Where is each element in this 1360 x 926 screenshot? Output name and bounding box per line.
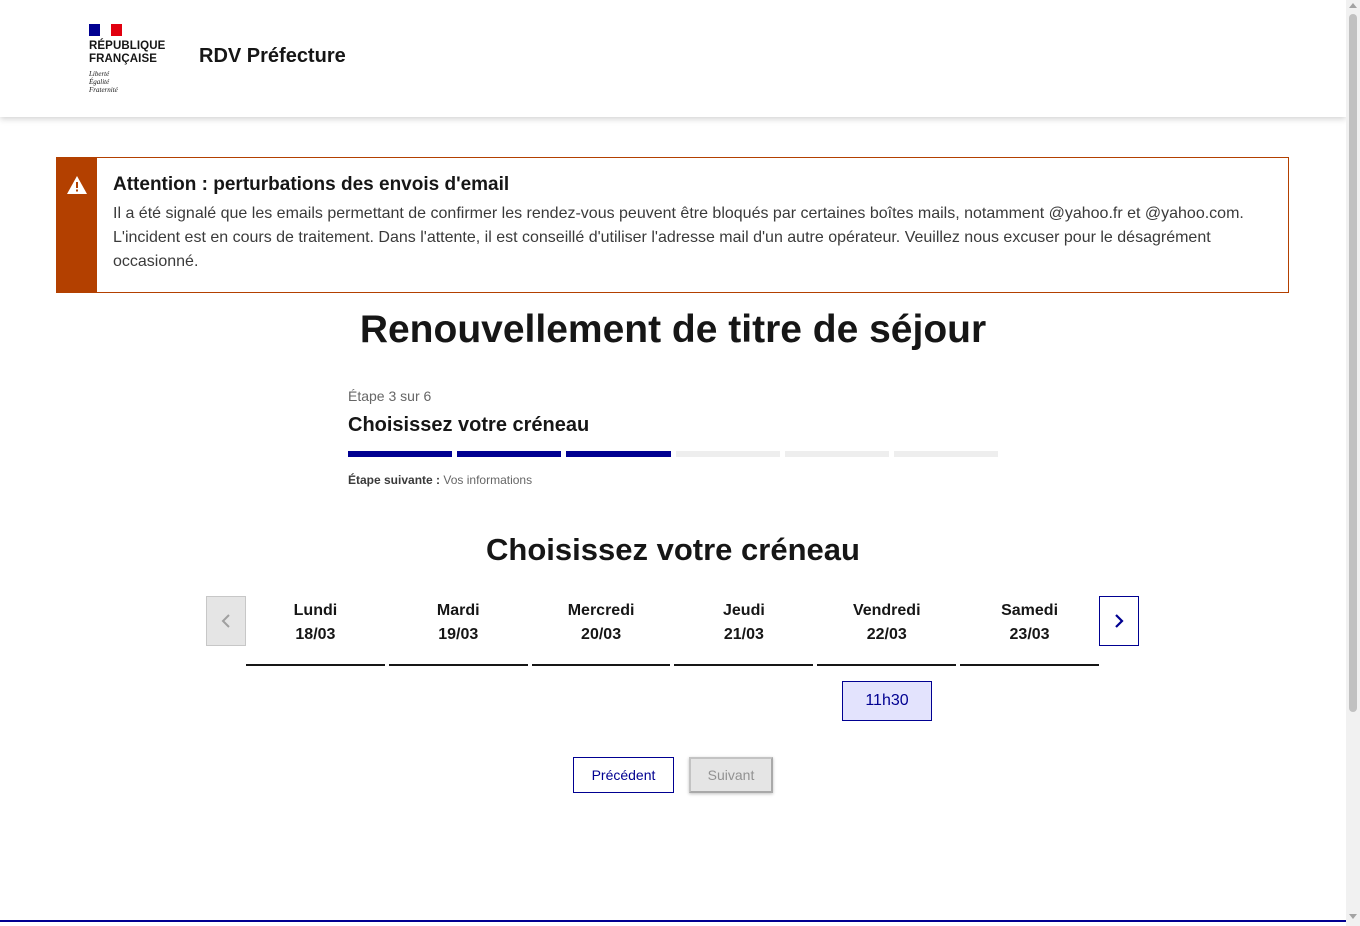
day-column-header: Vendredi 22/03 bbox=[817, 596, 957, 666]
next-week-button[interactable] bbox=[1099, 596, 1139, 646]
day-column-header: Jeudi 21/03 bbox=[674, 596, 814, 666]
day-column-header: Mardi 19/03 bbox=[388, 596, 528, 666]
step-segment bbox=[675, 451, 780, 457]
day-column-header: Samedi 23/03 bbox=[960, 596, 1099, 666]
scroll-up-icon[interactable] bbox=[1349, 3, 1357, 8]
page-title: Renouvellement de titre de séjour bbox=[359, 308, 987, 351]
alert-text: Il a été signalé que les emails permetta… bbox=[113, 205, 1244, 270]
previous-week-button[interactable] bbox=[206, 596, 246, 646]
alert-icon-bar bbox=[57, 158, 97, 292]
day-column-header: Lundi 18/03 bbox=[246, 596, 385, 666]
day-date: 22/03 bbox=[866, 626, 907, 643]
day-name: Vendredi bbox=[852, 602, 921, 619]
calendar-days: Lundi 18/03 Mardi 19/03 Mercredi 20/03 Jeudi 21… bbox=[246, 596, 1099, 666]
step-segment bbox=[348, 451, 453, 457]
warning-alert: Attention : perturbations des envois d'e… bbox=[56, 157, 1289, 293]
next-step-value: Vos informations bbox=[443, 473, 533, 487]
time-slot-button[interactable]: 11h30 bbox=[842, 681, 932, 721]
footer-border bbox=[0, 920, 1346, 922]
scroll-down-icon[interactable] bbox=[1349, 914, 1357, 919]
motto-line-2: Égalité bbox=[89, 78, 110, 86]
step-segment bbox=[566, 451, 671, 457]
next-button[interactable]: Suivant bbox=[689, 757, 773, 793]
next-step-info: Étape suivante : Vos informations bbox=[348, 473, 998, 487]
next-step-label: Étape suivante : bbox=[348, 473, 441, 487]
warning-icon bbox=[67, 176, 87, 194]
day-date: 20/03 bbox=[581, 626, 622, 643]
site-header: RÉPUBLIQUE FRANÇAISE Liberté Égalité Fra… bbox=[0, 0, 1346, 117]
day-name: Mardi bbox=[436, 602, 480, 619]
day-date: 21/03 bbox=[723, 626, 764, 643]
steps-progress-bar bbox=[348, 451, 999, 457]
chevron-right-icon bbox=[1115, 614, 1124, 628]
day-date: 23/03 bbox=[1009, 626, 1050, 643]
day-name: Lundi bbox=[293, 602, 338, 619]
day-name: Samedi bbox=[1001, 602, 1059, 619]
republic-line-2: FRANÇAISE bbox=[89, 53, 157, 65]
motto-line-1: Liberté bbox=[89, 70, 110, 78]
motto-line-3: Fraternité bbox=[89, 86, 118, 94]
republique-francaise-logo: RÉPUBLIQUE FRANÇAISE bbox=[89, 40, 165, 66]
site-title-link[interactable]: RDV Préfecture bbox=[199, 45, 346, 68]
scrollbar-thumb[interactable] bbox=[1349, 14, 1357, 712]
step-segment bbox=[457, 451, 562, 457]
french-flag-logo bbox=[89, 24, 122, 36]
day-column-header: Mercredi 20/03 bbox=[531, 596, 671, 666]
day-name: Jeudi bbox=[723, 602, 765, 619]
step-title: Choisissez votre créneau bbox=[348, 414, 590, 436]
step-state: Étape 3 sur 6 bbox=[348, 388, 432, 404]
day-name: Mercredi bbox=[567, 602, 635, 619]
motto: Liberté Égalité Fraternité bbox=[89, 70, 118, 94]
day-date: 18/03 bbox=[295, 626, 336, 643]
vertical-scrollbar[interactable] bbox=[1346, 0, 1360, 926]
day-date: 19/03 bbox=[438, 626, 479, 643]
section-title: Choisissez votre créneau bbox=[486, 532, 860, 567]
stepper: Étape 3 sur 6 Choisissez votre créneau É… bbox=[348, 388, 999, 487]
chevron-left-icon bbox=[221, 614, 230, 628]
step-segment bbox=[893, 451, 999, 457]
alert-title: Attention : perturbations des envois d'e… bbox=[113, 174, 510, 195]
step-segment bbox=[784, 451, 889, 457]
previous-button[interactable]: Précédent bbox=[573, 757, 674, 793]
republic-line-1: RÉPUBLIQUE bbox=[89, 40, 166, 52]
